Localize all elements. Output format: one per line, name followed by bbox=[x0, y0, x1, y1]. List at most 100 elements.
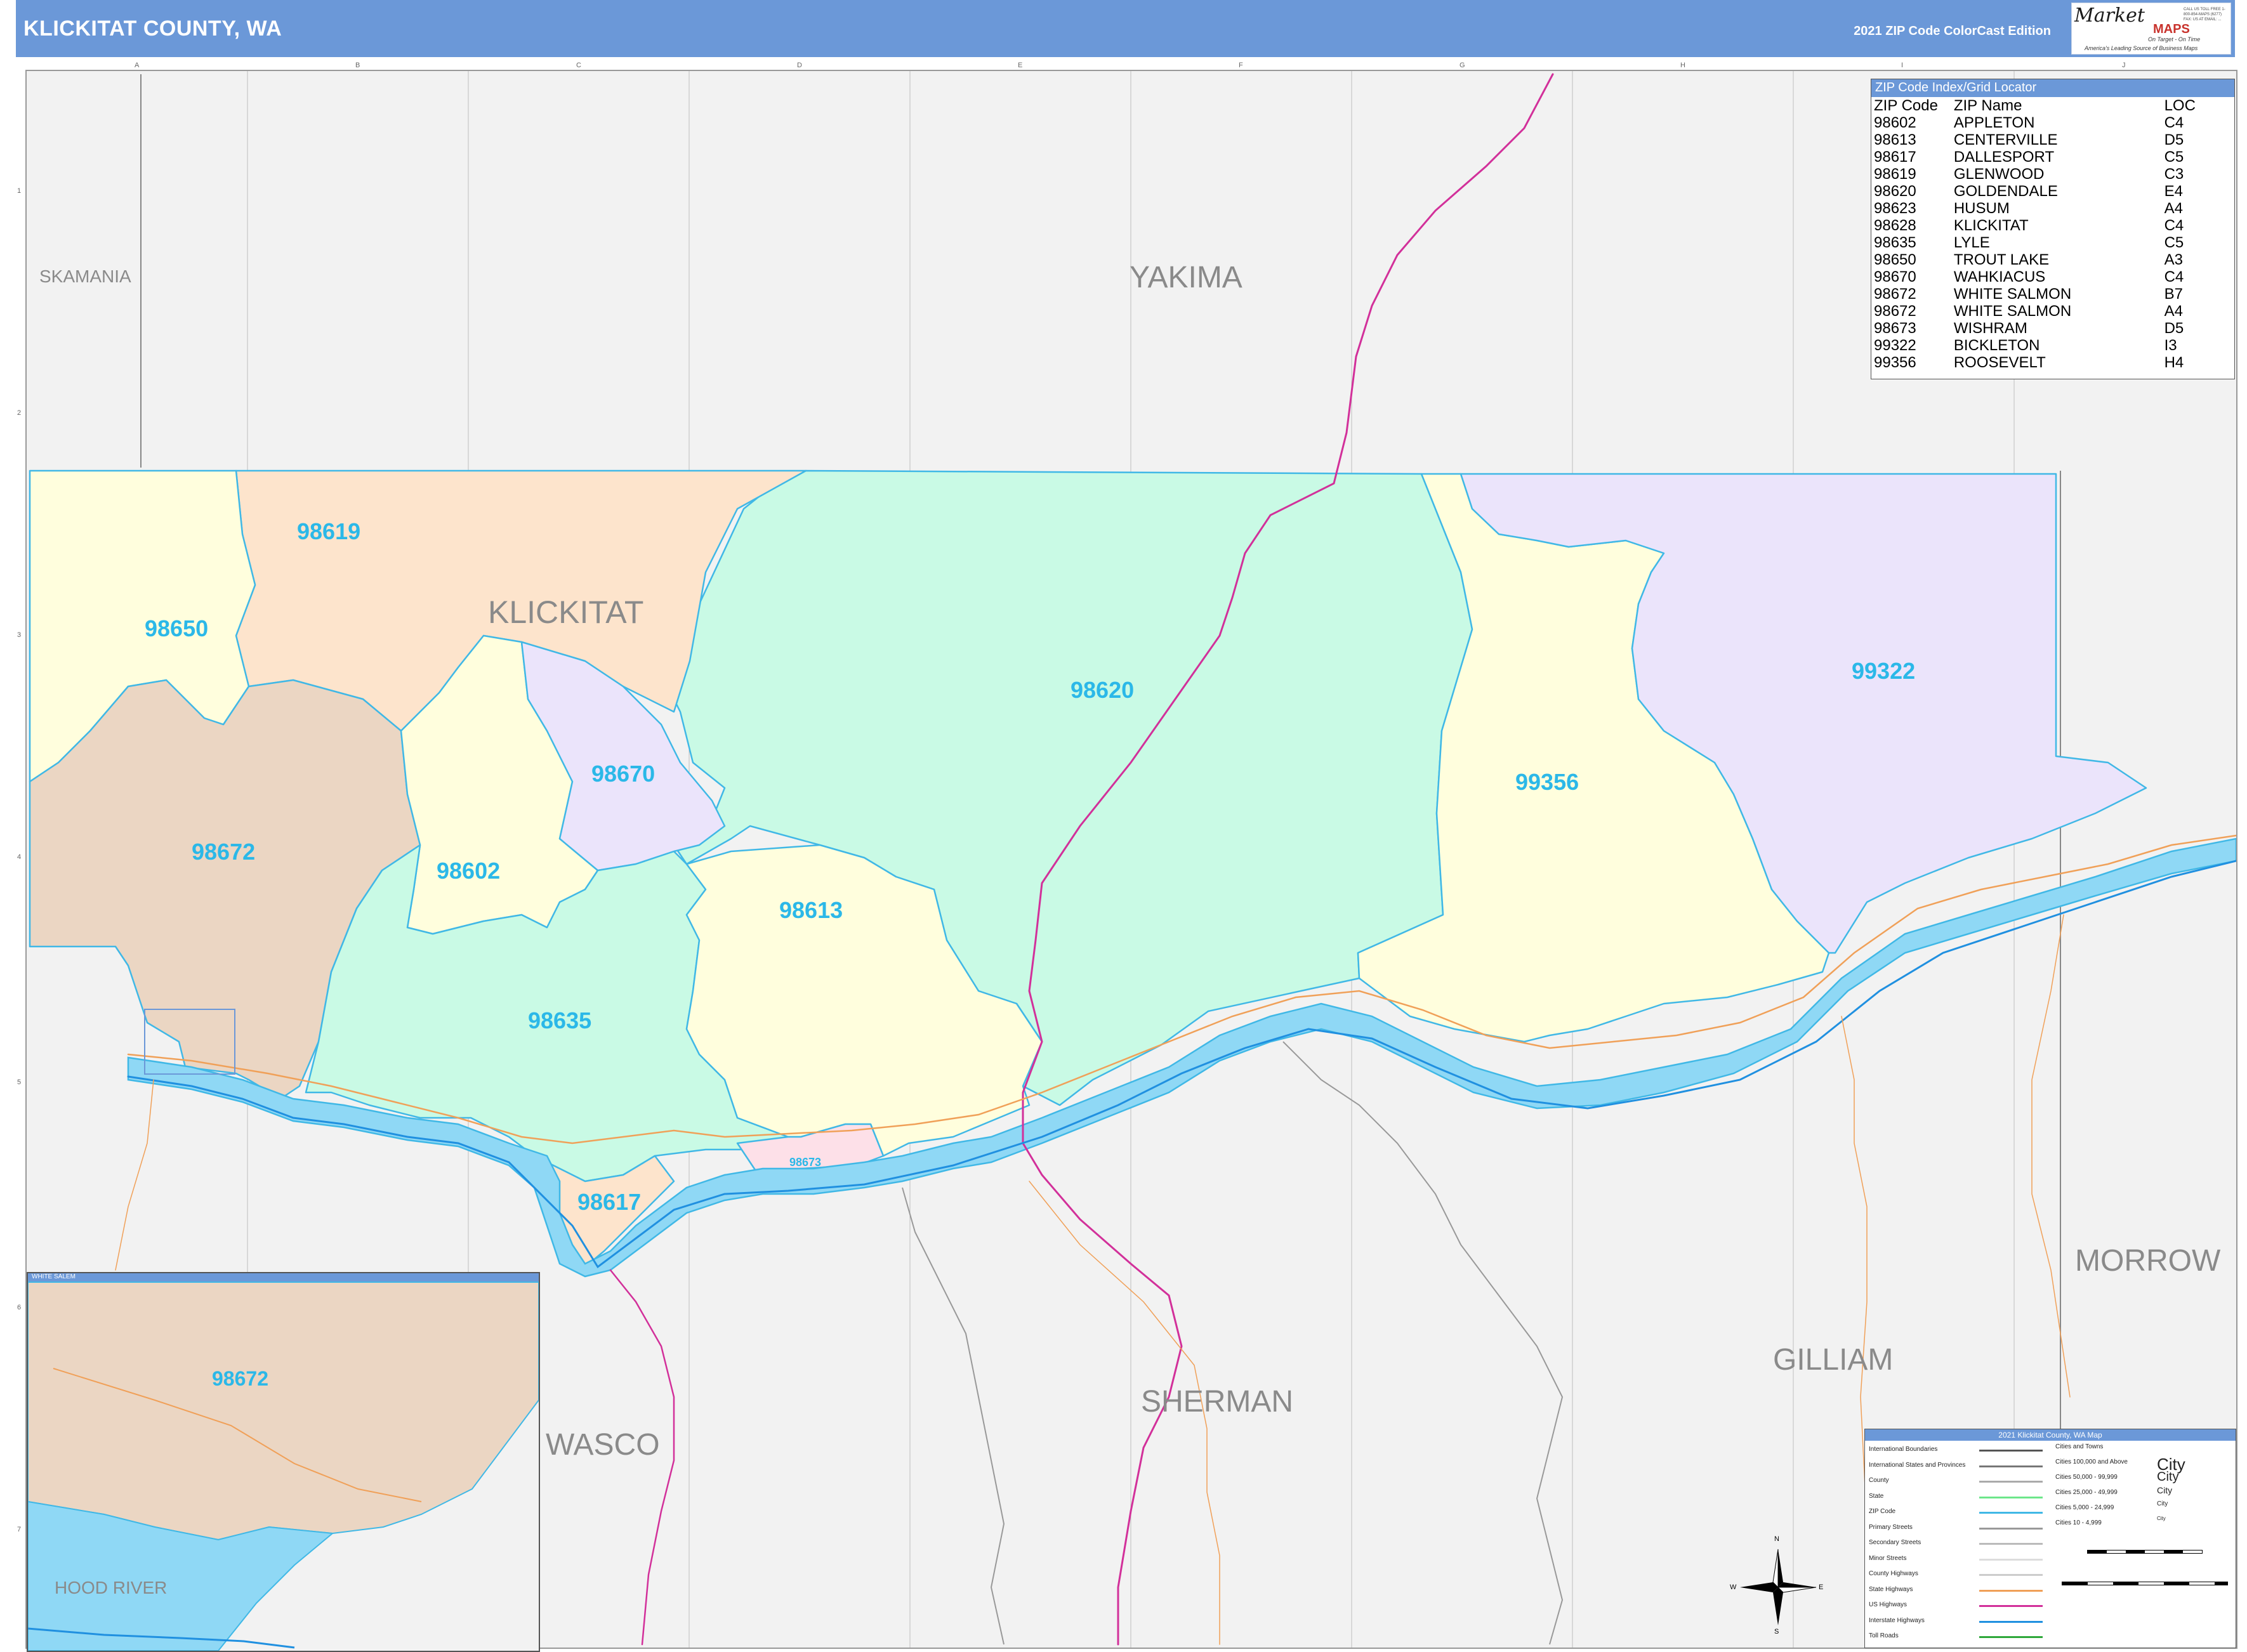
zip-label-98673: 98673 bbox=[789, 1156, 822, 1169]
zip-index-name: WAHKIACUS bbox=[1953, 268, 2046, 285]
county-label-klickitat: KLICKITAT bbox=[488, 594, 644, 630]
county-label-morrow: MORROW bbox=[2075, 1244, 2221, 1278]
zip-index-name: GLENWOOD bbox=[1953, 166, 2045, 183]
legend-line-sample bbox=[1979, 1465, 2043, 1467]
zip-index-name: BICKLETON bbox=[1953, 337, 2040, 354]
zip-index-name: GOLDENDALE bbox=[1953, 183, 2058, 200]
zip-index-zip: 98613 bbox=[1874, 131, 1916, 148]
compass-s: S bbox=[1774, 1628, 1779, 1636]
grid-col-b: B bbox=[355, 62, 360, 69]
county-label-hood-river: HOOD RIVER bbox=[55, 1578, 168, 1597]
grid-row-3: 3 bbox=[17, 631, 22, 639]
logo-maps: MAPS bbox=[2153, 22, 2190, 36]
zip-index-zip: 98672 bbox=[1874, 303, 1916, 320]
zip-index-zip: 98623 bbox=[1874, 200, 1916, 217]
zip-index-title: ZIP Code Index/Grid Locator bbox=[1871, 79, 2234, 97]
grid-col-c: C bbox=[576, 62, 581, 69]
zip-index-zip: 99356 bbox=[1874, 354, 1916, 371]
legend-item: Primary Streets bbox=[1869, 1523, 1913, 1531]
zip-index-loc: C3 bbox=[2164, 166, 2184, 183]
zip-index-loc: A4 bbox=[2164, 303, 2183, 320]
zip-index-row: 98650 TROUT LAKE A3 bbox=[1871, 251, 2234, 268]
zip-index-loc: D5 bbox=[2164, 320, 2184, 337]
zip-label-98670: 98670 bbox=[591, 761, 656, 787]
zip-index-row: 98602 APPLETON C4 bbox=[1871, 114, 2234, 131]
zip-index-loc: C5 bbox=[2164, 148, 2184, 166]
legend-line-sample bbox=[1979, 1450, 2043, 1452]
county-label-yakima: YAKIMA bbox=[1130, 261, 1242, 294]
zip-index-row: 98619 GLENWOOD C3 bbox=[1871, 166, 2234, 183]
header-name: ZIP Name bbox=[1953, 97, 2022, 114]
legend-city-class: Cities 10 - 4,999 bbox=[2055, 1519, 2102, 1526]
zip-label-98619: 98619 bbox=[297, 518, 361, 544]
zip-index-zip: 98670 bbox=[1874, 268, 1916, 285]
zip-index-loc: E4 bbox=[2164, 183, 2183, 200]
legend-line-sample bbox=[1979, 1574, 2043, 1576]
zip-index-name: WHITE SALMON bbox=[1953, 285, 2072, 303]
grid-col-h: H bbox=[1680, 62, 1685, 69]
header-loc: LOC bbox=[2164, 97, 2196, 114]
zip-index-row: 98672 WHITE SALMON B7 bbox=[1871, 285, 2234, 303]
zip-label-99356: 99356 bbox=[1515, 769, 1579, 795]
legend-city-class: Cities 50,000 - 99,999 bbox=[2055, 1474, 2118, 1481]
legend-line-sample bbox=[1979, 1605, 2043, 1607]
logo-tagline: On Target - On Time bbox=[2148, 36, 2201, 43]
legend-item: US Highways bbox=[1869, 1601, 1908, 1608]
zip-index-zip: 98602 bbox=[1874, 114, 1916, 131]
legend-item: Toll Roads bbox=[1869, 1632, 1899, 1639]
legend-city-sample: City bbox=[2157, 1470, 2179, 1484]
zip-index-row: 98635 LYLE C5 bbox=[1871, 234, 2234, 251]
grid-col-f: F bbox=[1239, 62, 1243, 69]
logo-contact: CALL US TOLL FREE 1-800-854-MAPS (6277) … bbox=[2184, 8, 2225, 22]
inset-map[interactable]: WHITE SALEM 98672 HOOD RIVER bbox=[27, 1272, 540, 1652]
zip-label-98613: 98613 bbox=[779, 897, 843, 923]
map-title: KLICKITAT COUNTY, WA bbox=[23, 16, 282, 41]
zip-index-name: HUSUM bbox=[1953, 200, 2010, 217]
legend-line-sample bbox=[1979, 1496, 2043, 1498]
compass-w: W bbox=[1730, 1583, 1737, 1591]
legend-city-sample: City bbox=[2157, 1500, 2168, 1507]
zip-index-row: 98623 HUSUM A4 bbox=[1871, 200, 2234, 217]
grid-row-2: 2 bbox=[17, 409, 22, 417]
zip-index-header-row: ZIP Code ZIP Name LOC bbox=[1871, 97, 2234, 114]
grid-row-7: 7 bbox=[17, 1526, 22, 1533]
zip-index-zip: 99322 bbox=[1874, 337, 1916, 354]
zip-index-loc: C4 bbox=[2164, 268, 2184, 285]
county-road bbox=[115, 1079, 154, 1271]
zip-index-row: 98628 KLICKITAT C4 bbox=[1871, 217, 2234, 234]
zip-index-zip: 98650 bbox=[1874, 251, 1916, 268]
county-label-skamania: SKAMANIA bbox=[39, 266, 131, 286]
legend-line-sample bbox=[1979, 1589, 2043, 1592]
inset-zip-label-98672: 98672 bbox=[212, 1367, 268, 1390]
county-road bbox=[2031, 914, 2071, 1398]
county-label-sherman: SHERMAN bbox=[1141, 1385, 1294, 1419]
legend-city-class: Cities 5,000 - 24,999 bbox=[2055, 1504, 2114, 1511]
grid-col-e: E bbox=[1018, 62, 1023, 69]
legend-line-sample bbox=[1979, 1558, 2043, 1561]
zip-index-name: DALLESPORT bbox=[1953, 148, 2055, 166]
zip-index-name: WHITE SALMON bbox=[1953, 303, 2072, 320]
legend-line-sample bbox=[1979, 1636, 2043, 1638]
zip-index-row: 98672 WHITE SALMON A4 bbox=[1871, 303, 2234, 320]
legend-line-sample bbox=[1979, 1527, 2043, 1530]
zip-index-name: WISHRAM bbox=[1953, 320, 2027, 337]
zip-label-98617: 98617 bbox=[577, 1189, 642, 1215]
zip-index-zip: 98620 bbox=[1874, 183, 1916, 200]
zip-label-98602: 98602 bbox=[437, 858, 501, 884]
compass-rose: N S E W bbox=[1730, 1535, 1823, 1636]
zip-index-row: 98613 CENTERVILLE D5 bbox=[1871, 131, 2234, 148]
inset-zip-area-98672 bbox=[28, 1282, 539, 1541]
zip-index-zip: 98628 bbox=[1874, 217, 1916, 234]
grid-row-4: 4 bbox=[17, 853, 22, 861]
zip-index-loc: C4 bbox=[2164, 217, 2184, 234]
zip-index-loc: B7 bbox=[2164, 285, 2183, 303]
legend-line-sample bbox=[1979, 1512, 2043, 1514]
county-label-gilliam: GILLIAM bbox=[1773, 1343, 1894, 1377]
market-maps-logo: Market MAPS On Target - On Time America'… bbox=[2071, 3, 2231, 55]
zip-index-row: 99322 BICKLETON I3 bbox=[1871, 337, 2234, 354]
legend-line-sample bbox=[1979, 1543, 2043, 1545]
legend-item: Interstate Highways bbox=[1869, 1616, 1925, 1624]
legend-city-sample: City bbox=[2157, 1516, 2166, 1521]
zip-index-name: APPLETON bbox=[1953, 114, 2035, 131]
legend-item: County Highways bbox=[1869, 1570, 1918, 1577]
